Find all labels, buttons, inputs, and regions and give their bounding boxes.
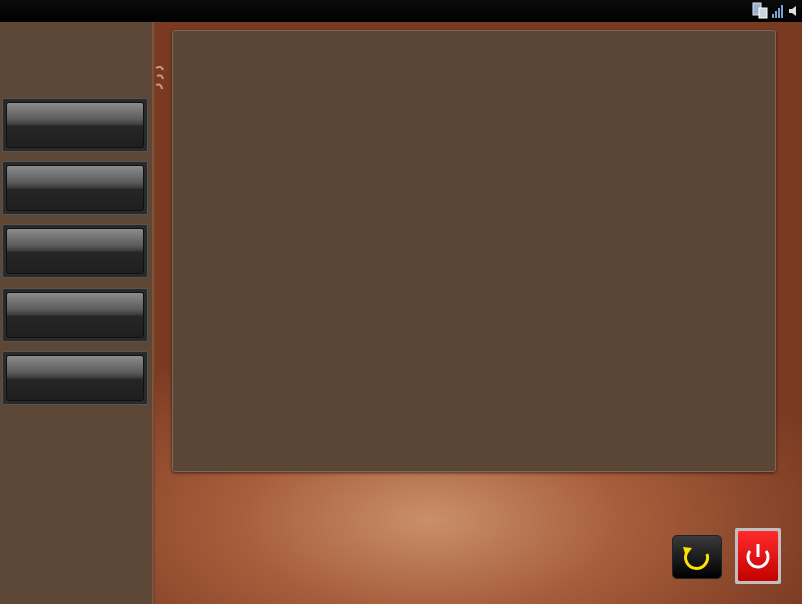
- sidebar-button-2[interactable]: [2, 161, 148, 215]
- signal-icon[interactable]: [772, 4, 784, 18]
- sidebar-button-4-label: [6, 292, 144, 338]
- sidebar-button-3-label: [6, 228, 144, 274]
- power-button-face: [738, 531, 778, 581]
- main-content-panel: [172, 30, 776, 472]
- power-icon: [738, 531, 778, 581]
- sidebar-button-3[interactable]: [2, 224, 148, 278]
- network-icon[interactable]: [752, 2, 768, 19]
- power-button[interactable]: [735, 528, 781, 584]
- sidebar: [0, 22, 152, 604]
- sidebar-button-5-label: [6, 355, 144, 401]
- volume-icon[interactable]: [788, 5, 798, 17]
- sidebar-button-1[interactable]: [2, 98, 148, 152]
- sidebar-button-2-label: [6, 165, 144, 211]
- sidebar-button-1-label: [6, 102, 144, 148]
- refresh-icon: [673, 536, 721, 578]
- reload-button[interactable]: [672, 535, 722, 579]
- sidebar-button-4[interactable]: [2, 288, 148, 342]
- sidebar-divider[interactable]: [152, 22, 155, 604]
- top-bar: [0, 0, 802, 22]
- resize-grip-icon[interactable]: [153, 62, 167, 96]
- sidebar-button-5[interactable]: [2, 351, 148, 405]
